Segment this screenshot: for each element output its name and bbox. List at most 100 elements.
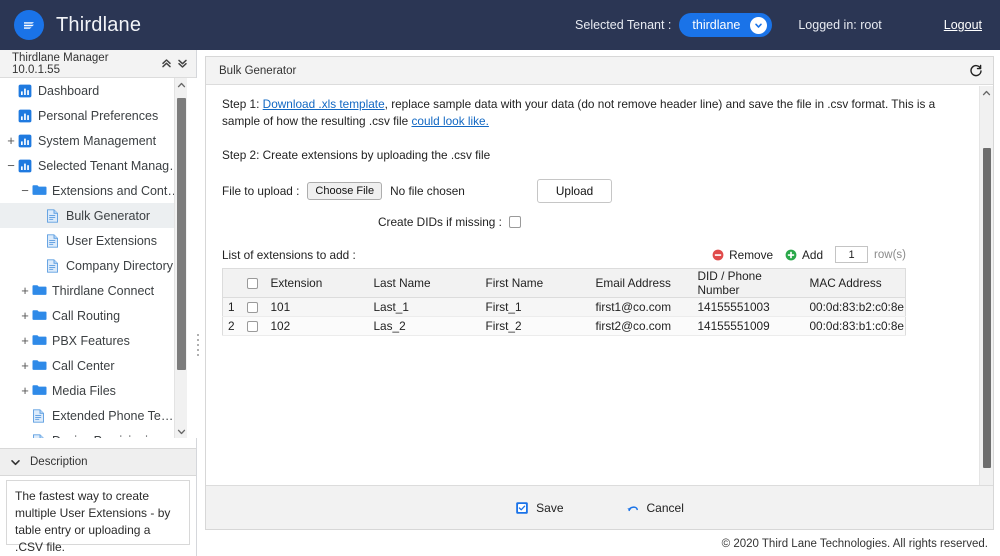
step-2-instructions: Step 2: Create extensions by uploading t… [222, 148, 960, 162]
sidebar-item-call-center[interactable]: + Call Center [0, 353, 183, 378]
sidebar-item-system-management[interactable]: +System Management [0, 128, 183, 153]
column-header-first-name: First Name [480, 269, 590, 298]
rows-unit-label: row(s) [874, 249, 906, 261]
sidebar-item-label: Extensions and Contacts [52, 184, 183, 198]
logout-link[interactable]: Logout [944, 18, 982, 32]
tree-twisty[interactable]: + [18, 359, 32, 372]
sidebar-item-device-provisioning[interactable]: Device Provisioning [0, 428, 183, 438]
row-select-checkbox[interactable] [247, 321, 258, 332]
cell-mac-address[interactable]: 00:0d:83:b2:c0:8e [804, 298, 906, 317]
upload-button[interactable]: Upload [537, 179, 612, 203]
cell-first-name[interactable]: First_1 [480, 298, 590, 317]
double-chevron-down-icon[interactable] [174, 58, 190, 69]
sidebar-item-label: Bulk Generator [66, 209, 150, 223]
double-chevron-up-icon[interactable] [158, 58, 174, 69]
sidebar-item-dashboard[interactable]: Dashboard [0, 78, 183, 103]
sidebar-item-label: Company Directory [66, 259, 173, 273]
column-header-mac-address: MAC Address [804, 269, 906, 298]
page-icon [46, 259, 61, 273]
tree-twisty[interactable]: + [18, 334, 32, 347]
cell-last-name[interactable]: Las_2 [368, 317, 480, 336]
cancel-label: Cancel [647, 501, 684, 515]
tree-twisty[interactable]: + [18, 384, 32, 397]
choose-file-button[interactable]: Choose File [307, 182, 382, 200]
sidebar-item-extensions-and-contacts[interactable]: − Extensions and Contacts [0, 178, 183, 203]
tenant-selector-dropdown[interactable]: thirdlane [679, 13, 772, 37]
plus-circle-icon [785, 249, 797, 261]
create-dids-label: Create DIDs if missing : [378, 215, 502, 229]
no-file-chosen-label: No file chosen [390, 184, 465, 198]
remove-label: Remove [729, 248, 773, 262]
row-index: 2 [223, 317, 241, 336]
tree-twisty[interactable]: − [18, 184, 32, 197]
description-section-header[interactable]: Description [0, 448, 196, 476]
sidebar-item-media-files[interactable]: +Media Files [0, 378, 183, 403]
sidebar-item-thirdlane-connect[interactable]: +Thirdlane Connect [0, 278, 183, 303]
scroll-up-arrow-icon[interactable] [980, 86, 993, 101]
sidebar-item-label: Dashboard [38, 84, 99, 98]
row-select-checkbox[interactable] [247, 302, 258, 313]
sidebar-item-label: Call Center [52, 359, 115, 373]
tree-twisty[interactable]: + [18, 309, 32, 322]
page-title: Bulk Generator [219, 65, 969, 77]
navigation-tree[interactable]: Dashboard Personal Preferences +System Man… [0, 78, 197, 438]
step-1-instructions: Step 1: Download .xls template, replace … [222, 96, 960, 130]
save-button[interactable]: Save [515, 501, 563, 515]
cell-extension[interactable]: 101 [265, 298, 368, 317]
cancel-button[interactable]: Cancel [626, 501, 684, 515]
cell-first-name[interactable]: First_2 [480, 317, 590, 336]
cell-did-phone-number[interactable]: 14155551009 [692, 317, 804, 336]
tenant-icon [18, 159, 33, 173]
could-look-like-link[interactable]: could look like. [412, 114, 489, 128]
cell-extension[interactable]: 102 [265, 317, 368, 336]
add-rows-button[interactable]: Add [785, 248, 823, 262]
select-all-checkbox[interactable] [247, 278, 258, 289]
tree-twisty[interactable]: + [4, 134, 18, 147]
table-header-row: Extension Last Name First Name Email Add… [223, 269, 906, 298]
rows-count-input[interactable] [835, 246, 868, 263]
table-row[interactable]: 1 101Last_1First_1first1@co.com1415555100… [223, 298, 906, 317]
copyright-notice: © 2020 Third Lane Technologies. All righ… [722, 538, 988, 550]
thirdlane-logo-icon [14, 10, 44, 40]
sidebar-item-user-extensions[interactable]: User Extensions [0, 228, 183, 253]
cell-did-phone-number[interactable]: 14155551003 [692, 298, 804, 317]
sidebar-item-personal-preferences[interactable]: Personal Preferences [0, 103, 183, 128]
sidebar-item-label: Personal Preferences [38, 109, 158, 123]
sidebar-item-selected-tenant-management[interactable]: −Selected Tenant Management [0, 153, 183, 178]
sidebar-item-label: Extended Phone Templat… [52, 409, 183, 423]
create-dids-checkbox[interactable] [509, 216, 521, 228]
cell-mac-address[interactable]: 00:0d:83:b1:c0:8e [804, 317, 906, 336]
chevron-down-icon [750, 17, 767, 34]
remove-rows-button[interactable]: Remove [712, 248, 773, 262]
tree-twisty[interactable]: + [18, 284, 32, 297]
main-scroll-thumb[interactable] [983, 148, 991, 468]
page-icon [46, 234, 61, 248]
sidebar-item-extended-phone-templat[interactable]: Extended Phone Templat… [0, 403, 183, 428]
main-panel-scrollbar[interactable] [979, 86, 993, 501]
sidebar-item-call-routing[interactable]: +Call Routing [0, 303, 183, 328]
table-row[interactable]: 2 102Las_2First_2first2@co.com14155551009… [223, 317, 906, 336]
refresh-icon[interactable] [969, 64, 983, 78]
sidebar-item-company-directory[interactable]: Company Directory [0, 253, 183, 278]
cell-last-name[interactable]: Last_1 [368, 298, 480, 317]
header-right-controls: Selected Tenant : thirdlane Logged in: r… [575, 13, 1000, 37]
sidebar-item-bulk-generator[interactable]: Bulk Generator [0, 203, 183, 228]
column-header-email-address: Email Address [590, 269, 692, 298]
scroll-up-arrow-icon[interactable] [175, 78, 187, 92]
sidebar-scroll-thumb[interactable] [177, 98, 186, 370]
column-header-extension: Extension [265, 269, 368, 298]
row-index: 1 [223, 298, 241, 317]
panel-splitter-handle[interactable] [195, 334, 200, 356]
chevron-down-icon [0, 457, 30, 468]
sidebar-scrollbar[interactable] [174, 78, 187, 438]
cell-email-address[interactable]: first1@co.com [590, 298, 692, 317]
sidebar-item-pbx-features[interactable]: +PBX Features [0, 328, 183, 353]
description-text: The fastest way to create multiple User … [6, 480, 190, 545]
download-xls-template-link[interactable]: Download .xls template [263, 97, 385, 111]
brand: Thirdlane [14, 10, 141, 40]
description-section-title: Description [30, 456, 88, 468]
column-header-last-name: Last Name [368, 269, 480, 298]
scroll-down-arrow-icon[interactable] [175, 424, 188, 438]
cell-email-address[interactable]: first2@co.com [590, 317, 692, 336]
tree-twisty[interactable]: − [4, 159, 18, 172]
